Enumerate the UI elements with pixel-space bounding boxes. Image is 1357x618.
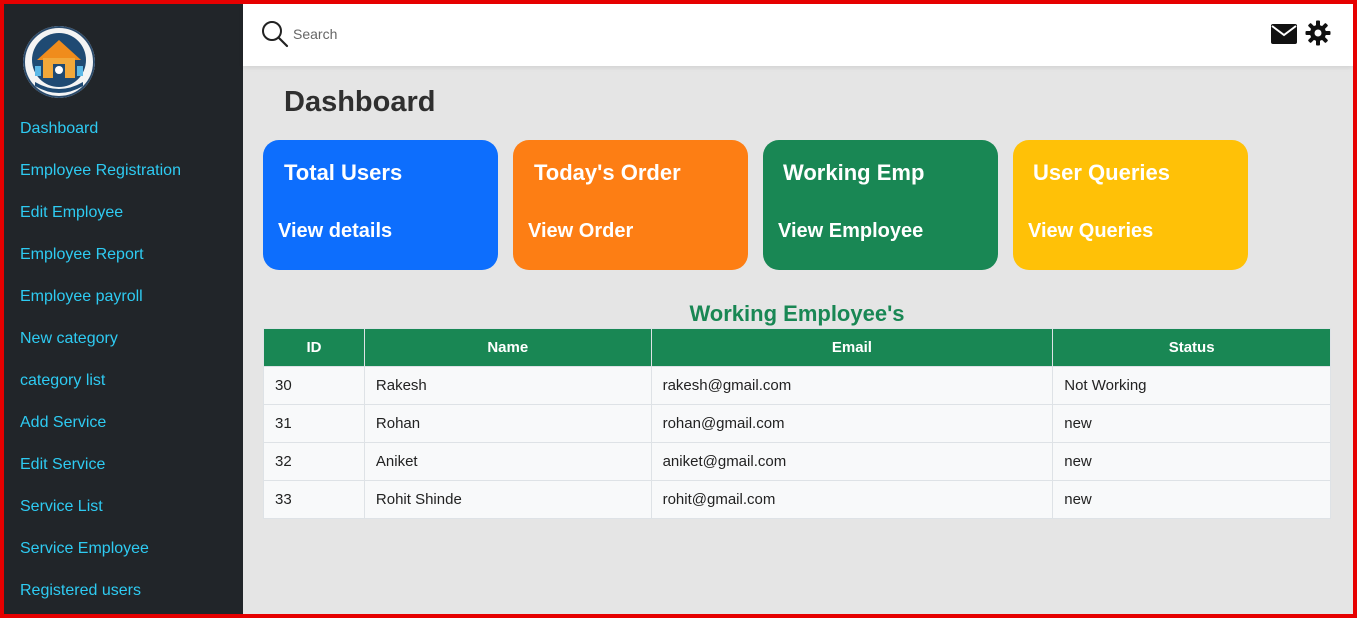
cell-status: new [1052, 442, 1331, 481]
table-row: 31 Rohan rohan@gmail.com new [263, 404, 1331, 443]
search-input[interactable] [293, 22, 593, 46]
table-title: Working Employee's [689, 301, 905, 326]
logo-icon [23, 26, 95, 98]
view-queries-link[interactable]: View Queries [1028, 220, 1153, 243]
sidebar-item-service-employee[interactable]: Service Employee [20, 540, 149, 558]
sidebar: Dashboard Employee Registration Edit Emp… [4, 4, 243, 614]
gear-icon[interactable] [1305, 20, 1331, 46]
card-total-users[interactable]: Total Users View details [263, 140, 498, 270]
top-bar [243, 4, 1353, 66]
logo [23, 26, 95, 98]
cell-status: new [1052, 480, 1331, 519]
cell-email: rakesh@gmail.com [650, 366, 1054, 405]
sidebar-item-category-list[interactable]: category list [20, 372, 105, 390]
cell-name: Rakesh [363, 366, 652, 405]
card-title: Today's Order [534, 160, 681, 185]
cell-id: 30 [263, 366, 365, 405]
view-order-link[interactable]: View Order [528, 220, 633, 243]
view-employee-link[interactable]: View Employee [778, 220, 923, 243]
search-icon[interactable] [261, 20, 289, 48]
column-header-status: Status [1052, 328, 1331, 367]
sidebar-item-employee-registration[interactable]: Employee Registration [20, 162, 181, 180]
cell-email: rohan@gmail.com [650, 404, 1054, 443]
sidebar-item-service-list[interactable]: Service List [20, 498, 103, 516]
cell-email: aniket@gmail.com [650, 442, 1054, 481]
sidebar-item-registered-users[interactable]: Registered users [20, 582, 141, 600]
cell-name: Rohan [363, 404, 652, 443]
cell-status: new [1052, 404, 1331, 443]
cell-name: Rohit Shinde [363, 480, 652, 519]
card-user-queries[interactable]: User Queries View Queries [1013, 140, 1248, 270]
cell-id: 33 [263, 480, 365, 519]
card-working-emp[interactable]: Working Emp View Employee [763, 140, 998, 270]
table-row: 33 Rohit Shinde rohit@gmail.com new [263, 480, 1331, 519]
sidebar-item-employee-payroll[interactable]: Employee payroll [20, 288, 143, 306]
card-todays-order[interactable]: Today's Order View Order [513, 140, 748, 270]
page-title: Dashboard [284, 86, 436, 118]
card-title: Total Users [284, 160, 403, 185]
view-details-link[interactable]: View details [278, 220, 392, 243]
column-header-name: Name [363, 328, 652, 367]
cell-id: 31 [263, 404, 365, 443]
sidebar-item-edit-service[interactable]: Edit Service [20, 456, 105, 474]
table-header-row: ID Name Email Status [263, 328, 1331, 367]
card-title: Working Emp [783, 160, 925, 185]
mail-icon[interactable] [1270, 23, 1298, 45]
table-row: 32 Aniket aniket@gmail.com new [263, 442, 1331, 481]
sidebar-item-edit-employee[interactable]: Edit Employee [20, 204, 123, 222]
sidebar-item-new-category[interactable]: New category [20, 330, 118, 348]
table-row: 30 Rakesh rakesh@gmail.com Not Working [263, 366, 1331, 405]
column-header-email: Email [650, 328, 1054, 367]
sidebar-item-add-service[interactable]: Add Service [20, 414, 106, 432]
cell-name: Aniket [363, 442, 652, 481]
column-header-id: ID [263, 328, 365, 367]
cell-email: rohit@gmail.com [650, 480, 1054, 519]
employee-table: ID Name Email Status 30 Rakesh rakesh@gm… [263, 328, 1331, 519]
sidebar-item-dashboard[interactable]: Dashboard [20, 120, 98, 138]
card-title: User Queries [1033, 160, 1170, 185]
sidebar-item-employee-report[interactable]: Employee Report [20, 246, 144, 264]
cell-id: 32 [263, 442, 365, 481]
cell-status: Not Working [1052, 366, 1331, 405]
